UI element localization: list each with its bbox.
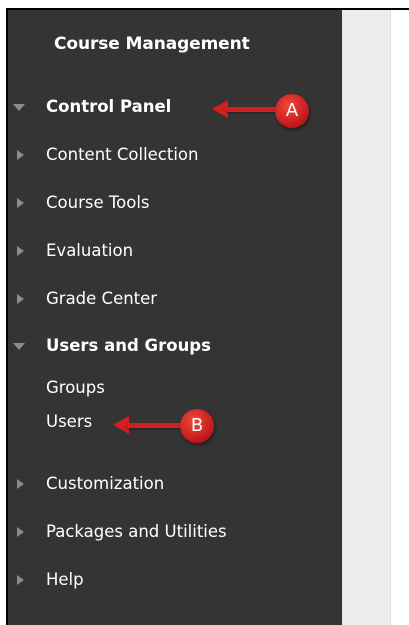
caret-right-icon[interactable]	[17, 575, 24, 585]
sidebar-item-course-tools[interactable]: Course Tools	[0, 189, 334, 217]
sidebar-item-packages-and-utilities[interactable]: Packages and Utilities	[0, 518, 334, 546]
caret-right-icon[interactable]	[17, 198, 24, 208]
sidebar-item-label: Evaluation	[46, 241, 134, 260]
caret-right-icon[interactable]	[17, 246, 24, 256]
caret-right-icon[interactable]	[17, 294, 24, 304]
sidebar-item-label: Grade Center	[46, 289, 158, 308]
sidebar-item-help[interactable]: Help	[0, 566, 334, 594]
caret-down-icon[interactable]	[13, 104, 25, 111]
content-area	[342, 10, 390, 625]
sidebar-item-content-collection[interactable]: Content Collection	[0, 141, 334, 169]
sidebar-item-label: Control Panel	[46, 97, 172, 116]
content-area-white	[391, 10, 409, 625]
sidebar-item-customization[interactable]: Customization	[0, 470, 334, 498]
annotation-callout-b: B	[180, 409, 214, 443]
sidebar-item-grade-center[interactable]: Grade Center	[0, 285, 334, 313]
annotation-arrow-b-line	[127, 423, 181, 428]
sidebar-item-evaluation[interactable]: Evaluation	[0, 237, 334, 265]
sidebar-title: Course Management	[54, 34, 250, 54]
caret-right-icon[interactable]	[17, 150, 24, 160]
sidebar-item-label: Customization	[46, 474, 165, 493]
caret-right-icon[interactable]	[17, 527, 24, 537]
annotation-arrow-a-line	[226, 107, 276, 112]
sidebar-item-label: Help	[46, 570, 84, 589]
caret-down-icon[interactable]	[13, 343, 25, 350]
sidebar-subitem-users[interactable]: Users	[46, 410, 92, 434]
sidebar-subitem-groups[interactable]: Groups	[46, 376, 105, 400]
sidebar-item-label: Users and Groups	[46, 336, 211, 355]
sidebar-item-label: Packages and Utilities	[46, 522, 227, 541]
sidebar-item-label: Course Tools	[46, 193, 150, 212]
sidebar-item-label: Content Collection	[46, 145, 199, 164]
annotation-callout-a: A	[275, 94, 309, 128]
caret-right-icon[interactable]	[17, 479, 24, 489]
sidebar-item-users-and-groups[interactable]: Users and Groups	[0, 332, 334, 360]
